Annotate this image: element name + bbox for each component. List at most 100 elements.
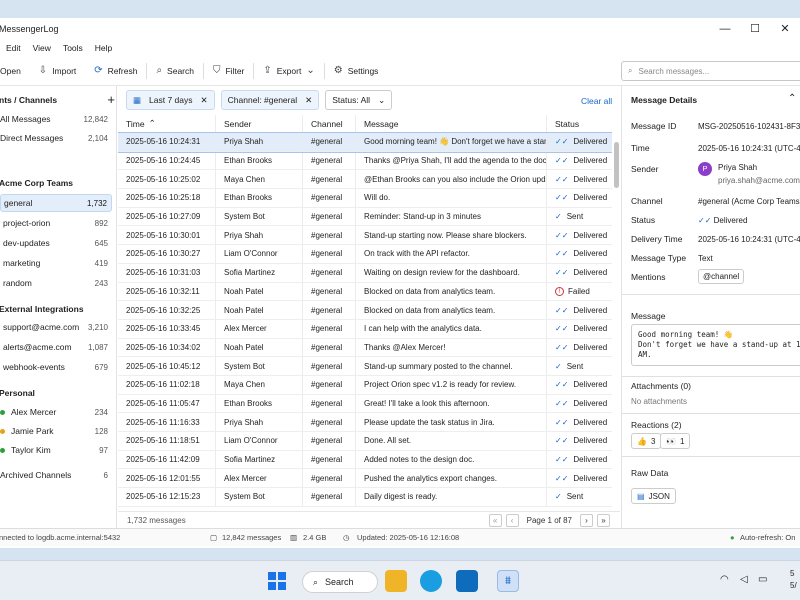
outlook-icon[interactable] bbox=[456, 570, 478, 592]
table-row[interactable]: 2025-05-16 11:18:51 Liam O'Connor #general… bbox=[118, 432, 612, 451]
avatar: P bbox=[698, 162, 712, 176]
channel-cell: #general bbox=[303, 357, 356, 375]
minimize-button[interactable]: — bbox=[710, 18, 740, 40]
menu-tools[interactable]: Tools bbox=[57, 43, 89, 53]
column-time[interactable]: Time ⌃ bbox=[118, 115, 216, 132]
table-row[interactable]: 2025-05-16 11:05:47 Ethan Brooks #general G… bbox=[118, 394, 612, 414]
table-row[interactable]: 2025-05-16 10:25:18 Ethan Brooks #general W… bbox=[118, 189, 612, 208]
channel-filter-chip[interactable]: Channel: #general ✕ bbox=[220, 90, 320, 110]
maximize-button[interactable]: ☐ bbox=[740, 18, 770, 40]
windows-start-icon[interactable] bbox=[268, 572, 286, 590]
table-row[interactable]: 2025-05-16 10:45:12 System Bot #general Sta… bbox=[118, 357, 612, 376]
column-sender[interactable]: Sender bbox=[216, 115, 303, 132]
attachments-empty: No attachments bbox=[631, 397, 688, 406]
reaction-eyes[interactable]: 👀 1 bbox=[660, 433, 691, 449]
messengerlog-taskbar-icon[interactable]: ⩩ bbox=[497, 570, 519, 592]
clear-all-link[interactable]: Clear all bbox=[581, 96, 612, 106]
table-row[interactable]: 2025-05-16 10:32:11 Noah Patel #general Blo… bbox=[118, 282, 612, 302]
table-row[interactable]: 2025-05-16 10:33:45 Alex Mercer #general I … bbox=[118, 319, 612, 339]
table-row[interactable]: 2025-05-16 10:31:03 Sofia Martinez #genera… bbox=[118, 263, 612, 283]
sidebar-item-direct-messages[interactable]: Direct Messages 2,104 bbox=[0, 129, 112, 147]
json-button[interactable]: ▤ JSON bbox=[631, 488, 676, 504]
sidebar-item-taylor-kim[interactable]: Taylor Kim 97 bbox=[0, 441, 112, 459]
table-row[interactable]: 2025-05-16 10:34:02 Noah Patel #general Tha… bbox=[118, 338, 612, 358]
wifi-icon[interactable]: ◠ bbox=[720, 574, 729, 585]
status-filter-dropdown[interactable]: Status: All ⌄ bbox=[325, 90, 393, 110]
menu-help[interactable]: Help bbox=[89, 43, 118, 53]
channel-cell: #general bbox=[303, 450, 356, 469]
table-row[interactable]: 2025-05-16 10:25:02 Maya Chen #general @Eth… bbox=[118, 170, 612, 190]
prev-page-button[interactable]: ‹ bbox=[505, 514, 519, 527]
column-status[interactable]: Status bbox=[547, 115, 612, 132]
sidebar-item-project-orion[interactable]: project-orion 892 bbox=[0, 214, 112, 232]
sidebar-item-dev-updates[interactable]: dev-updates 645 bbox=[0, 234, 112, 252]
field-value-status: ✓✓ Delivered bbox=[698, 216, 748, 225]
channel-cell: #general bbox=[303, 282, 356, 301]
collapse-icon[interactable]: ⌃ bbox=[788, 93, 796, 104]
column-channel[interactable]: Channel bbox=[303, 115, 356, 132]
remove-filter-icon[interactable]: ✕ bbox=[201, 95, 208, 106]
refresh-button[interactable]: ⟳ Refresh bbox=[85, 56, 146, 86]
settings-button[interactable]: ⚙ Settings bbox=[325, 56, 388, 86]
table-scrollbar-thumb[interactable] bbox=[614, 142, 619, 188]
sidebar-item-webhook-events[interactable]: webhook-events 679 bbox=[0, 358, 112, 376]
last-page-button[interactable]: » bbox=[597, 514, 610, 527]
status-cell: ✓ Sent bbox=[555, 212, 584, 222]
sidebar-item-general[interactable]: general 1,732 bbox=[0, 194, 112, 212]
table-row[interactable]: 2025-05-16 10:24:45 Ethan Brooks #general T… bbox=[118, 151, 612, 171]
search-input[interactable]: ⌕ Search messages... bbox=[621, 61, 800, 81]
message-cell: Thanks @Alex Mercer! bbox=[356, 338, 547, 357]
import-button[interactable]: ⇩ Import bbox=[30, 56, 85, 86]
table-scrollbar[interactable] bbox=[612, 134, 620, 512]
table-row[interactable]: 2025-05-16 10:24:31 Priya Shah #general Goo… bbox=[118, 132, 612, 153]
battery-icon[interactable]: ▭ bbox=[758, 574, 767, 585]
add-channel-button[interactable]: + bbox=[107, 92, 115, 107]
menu-edit[interactable]: Edit bbox=[0, 43, 27, 53]
taskbar-search[interactable]: ⌕ Search bbox=[302, 571, 378, 593]
sidebar-item-random[interactable]: random 243 bbox=[0, 274, 112, 292]
table-row[interactable]: 2025-05-16 10:32:25 Noah Patel #general Blo… bbox=[118, 301, 612, 320]
table-row[interactable]: 2025-05-16 11:16:33 Priya Shah #general Ple… bbox=[118, 413, 612, 432]
table-row[interactable]: 2025-05-16 10:27:09 System Bot #general Rem… bbox=[118, 207, 612, 227]
menu-view[interactable]: View bbox=[27, 43, 57, 53]
file-explorer-icon[interactable] bbox=[385, 570, 407, 592]
clock-date[interactable]: 5/ bbox=[790, 581, 797, 590]
channel-cell: #general bbox=[303, 469, 356, 488]
status-cell: ✓✓ Delivered bbox=[555, 174, 608, 184]
mention-chip[interactable]: @channel bbox=[698, 269, 745, 284]
sidebar-item-archived[interactable]: Archived Channels 6 bbox=[0, 466, 112, 484]
page-indicator: Page 1 of 87 bbox=[526, 516, 572, 525]
sidebar-item-alex-mercer[interactable]: Alex Mercer 234 bbox=[0, 403, 112, 421]
table-row[interactable]: 2025-05-16 12:01:55 Alex Mercer #general Pu… bbox=[118, 469, 612, 489]
table-row[interactable]: 2025-05-16 12:15:23 System Bot #general Dai… bbox=[118, 488, 612, 507]
sidebar-item-support[interactable]: support@acme.com 3,210 bbox=[0, 318, 112, 336]
next-page-button[interactable]: › bbox=[580, 514, 593, 527]
first-page-button[interactable]: « bbox=[488, 514, 502, 527]
time-cell: 2025-05-16 10:30:01 bbox=[118, 226, 216, 245]
sidebar-item-jamie-park[interactable]: Jamie Park 128 bbox=[0, 422, 112, 440]
remove-filter-icon[interactable]: ✕ bbox=[305, 95, 312, 106]
sidebar-item-alerts[interactable]: alerts@acme.com 1,087 bbox=[0, 338, 112, 356]
close-button[interactable]: ✕ bbox=[770, 18, 800, 40]
table-row[interactable]: 2025-05-16 11:02:18 Maya Chen #general Proj… bbox=[118, 375, 612, 395]
autorefresh-status[interactable]: Auto-refresh: On bbox=[740, 533, 795, 542]
column-message[interactable]: Message bbox=[356, 115, 547, 132]
export-button[interactable]: ⇪ Export ⌄ bbox=[254, 56, 323, 86]
sidebar-item-all-messages[interactable]: All Messages 12,842 bbox=[0, 110, 112, 128]
edge-browser-icon[interactable] bbox=[420, 570, 442, 592]
status-cell: ✓✓ Delivered bbox=[555, 156, 608, 166]
clock-time[interactable]: 5 bbox=[790, 569, 794, 578]
open-button[interactable]: Open bbox=[0, 56, 30, 86]
table-row[interactable]: 2025-05-16 10:30:01 Priya Shah #general Sta… bbox=[118, 226, 612, 246]
sidebar-item-marketing[interactable]: marketing 419 bbox=[0, 254, 112, 272]
time-cell: 2025-05-16 11:18:51 bbox=[118, 432, 216, 450]
reaction-thumbs-up[interactable]: 👍 3 bbox=[631, 433, 662, 449]
channel-cell: #general bbox=[303, 375, 356, 394]
volume-icon[interactable]: ◁ bbox=[740, 574, 748, 585]
table-row[interactable]: 2025-05-16 10:30:27 Liam O'Connor #general… bbox=[118, 245, 612, 264]
search-button[interactable]: ⌕ Search bbox=[147, 56, 203, 86]
table-row[interactable]: 2025-05-16 11:42:09 Sofia Martinez #genera… bbox=[118, 450, 612, 470]
date-filter-chip[interactable]: ▦ Last 7 days ✕ bbox=[126, 90, 215, 110]
sender-email: priya.shah@acme.com bbox=[718, 176, 800, 185]
filter-button[interactable]: ⛉ Filter bbox=[204, 56, 253, 86]
